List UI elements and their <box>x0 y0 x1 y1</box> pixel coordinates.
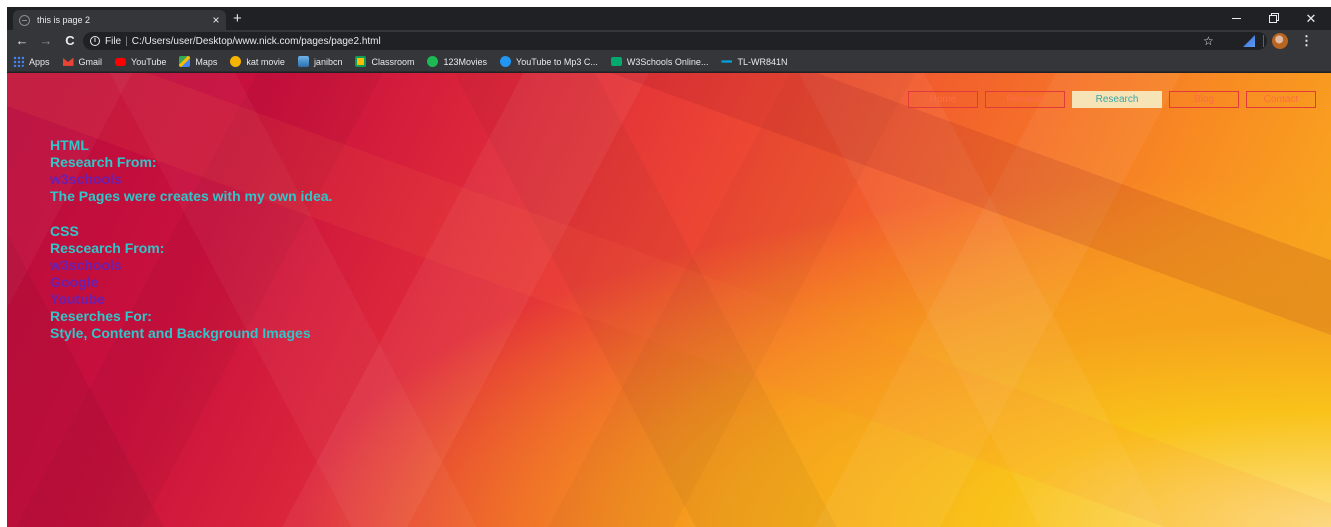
globe-icon <box>19 14 30 26</box>
browser-tab[interactable]: this is page 2 × <box>13 10 226 30</box>
bookmark-label: W3Schools Online... <box>626 56 709 67</box>
nav-research-link[interactable]: Research <box>1072 91 1162 108</box>
html-note: The Pages were creates with my own idea. <box>50 188 333 204</box>
nav-resume-link[interactable]: Resume <box>985 91 1065 108</box>
bookmark-star-icon[interactable]: ☆ <box>1203 32 1214 50</box>
bookmark-label: Apps <box>29 56 50 67</box>
css-research-from-label: Rescearch From: <box>50 240 165 256</box>
nav-home-link[interactable]: Home <box>908 91 978 108</box>
info-icon[interactable]: i <box>90 36 100 46</box>
reload-button[interactable]: C <box>61 32 79 50</box>
css-google-link[interactable]: Google <box>50 274 332 291</box>
bookmark-youtube[interactable]: YouTube <box>115 57 166 67</box>
new-tab-button[interactable]: + <box>233 10 242 28</box>
tab-strip: this is page 2 × + ✕ <box>7 7 1331 30</box>
123movies-icon <box>427 56 439 67</box>
toolbar-divider <box>1263 35 1264 47</box>
close-window-button[interactable]: ✕ <box>1294 7 1328 30</box>
bookmark-label: Gmail <box>78 56 103 67</box>
bookmark-w3schools[interactable]: W3Schools Online... <box>610 56 709 67</box>
url-scheme: File <box>105 35 122 47</box>
bookmark-label: janibcn <box>313 56 343 67</box>
bookmark-maps[interactable]: Maps <box>179 56 217 67</box>
bookmark-tl-wr841n[interactable]: TL-WR841N <box>721 56 787 67</box>
tp-link-icon <box>721 60 733 63</box>
bookmark-apps[interactable]: Apps <box>13 56 50 67</box>
kat-movie-icon <box>230 56 242 67</box>
youtube-mp3-icon <box>500 56 512 67</box>
bookmark-gmail[interactable]: Gmail <box>62 56 103 67</box>
w3schools-icon <box>610 57 622 66</box>
close-tab-icon[interactable]: × <box>206 14 226 26</box>
css-youtube-link[interactable]: Youtube <box>50 291 332 308</box>
research-content: HTML Research From: w3schools The Pages … <box>50 137 332 342</box>
bookmark-label: Maps <box>195 56 218 67</box>
css-topics: Style, Content and Background Images <box>50 325 311 341</box>
profile-avatar[interactable] <box>1272 33 1288 49</box>
maps-icon <box>179 56 191 67</box>
html-research-from-label: Research From: <box>50 154 157 170</box>
url-separator: | <box>125 35 128 47</box>
html-w3schools-link[interactable]: w3schools <box>50 171 332 188</box>
browser-window: this is page 2 × + ✕ ← → C i File | C:/U… <box>7 7 1331 527</box>
bookmark-label: kat movie <box>246 56 285 67</box>
html-heading: HTML <box>50 137 89 153</box>
bookmark-label: TL-WR841N <box>737 56 788 67</box>
url-text: C:/Users/user/Desktop/www.nick.com/pages… <box>131 35 381 47</box>
bookmark-123movies[interactable]: 123Movies <box>427 56 487 67</box>
nav-blog-link[interactable]: Blog <box>1169 91 1239 108</box>
apps-grid-icon <box>13 56 24 67</box>
nav-contact-link[interactable]: Contact <box>1246 91 1316 108</box>
bookmark-janibcn[interactable]: janibcn <box>297 56 343 67</box>
bookmark-youtube-mp3[interactable]: YouTube to Mp3 C... <box>500 56 598 67</box>
forward-button[interactable]: → <box>37 32 55 50</box>
minimize-icon <box>1231 18 1241 19</box>
css-heading: CSS <box>50 223 79 239</box>
classroom-icon <box>355 56 367 67</box>
tab-title: this is page 2 <box>37 15 91 25</box>
back-button[interactable]: ← <box>13 32 31 50</box>
youtube-icon <box>115 57 127 66</box>
browser-toolbar: ← → C i File | C:/Users/user/Desktop/www… <box>7 30 1331 52</box>
bookmark-label: YouTube to Mp3 C... <box>516 56 598 67</box>
bookmark-label: Classroom <box>371 56 415 67</box>
janibcn-icon <box>297 56 309 67</box>
bookmark-classroom[interactable]: Classroom <box>355 56 414 67</box>
page-viewport: Home Resume Research Blog Contact HTML R… <box>7 73 1331 527</box>
bookmark-label: 123Movies <box>443 56 488 67</box>
address-bar[interactable]: i File | C:/Users/user/Desktop/www.nick.… <box>83 32 1267 50</box>
css-w3schools-link[interactable]: w3schools <box>50 257 332 274</box>
restore-button[interactable] <box>1256 7 1290 30</box>
minimize-button[interactable] <box>1219 7 1253 30</box>
bookmark-label: YouTube <box>131 56 167 67</box>
gmail-icon <box>62 57 74 66</box>
css-researches-for-label: Reserches For: <box>50 308 152 324</box>
site-nav: Home Resume Research Blog Contact <box>908 91 1316 108</box>
bookmarks-bar: Apps Gmail YouTube Maps kat movie janibc… <box>7 52 1331 72</box>
restore-icon <box>1269 14 1277 23</box>
menu-kebab-icon[interactable]: ⋮ <box>1300 32 1313 50</box>
bookmark-kat-movie[interactable]: kat movie <box>230 56 285 67</box>
